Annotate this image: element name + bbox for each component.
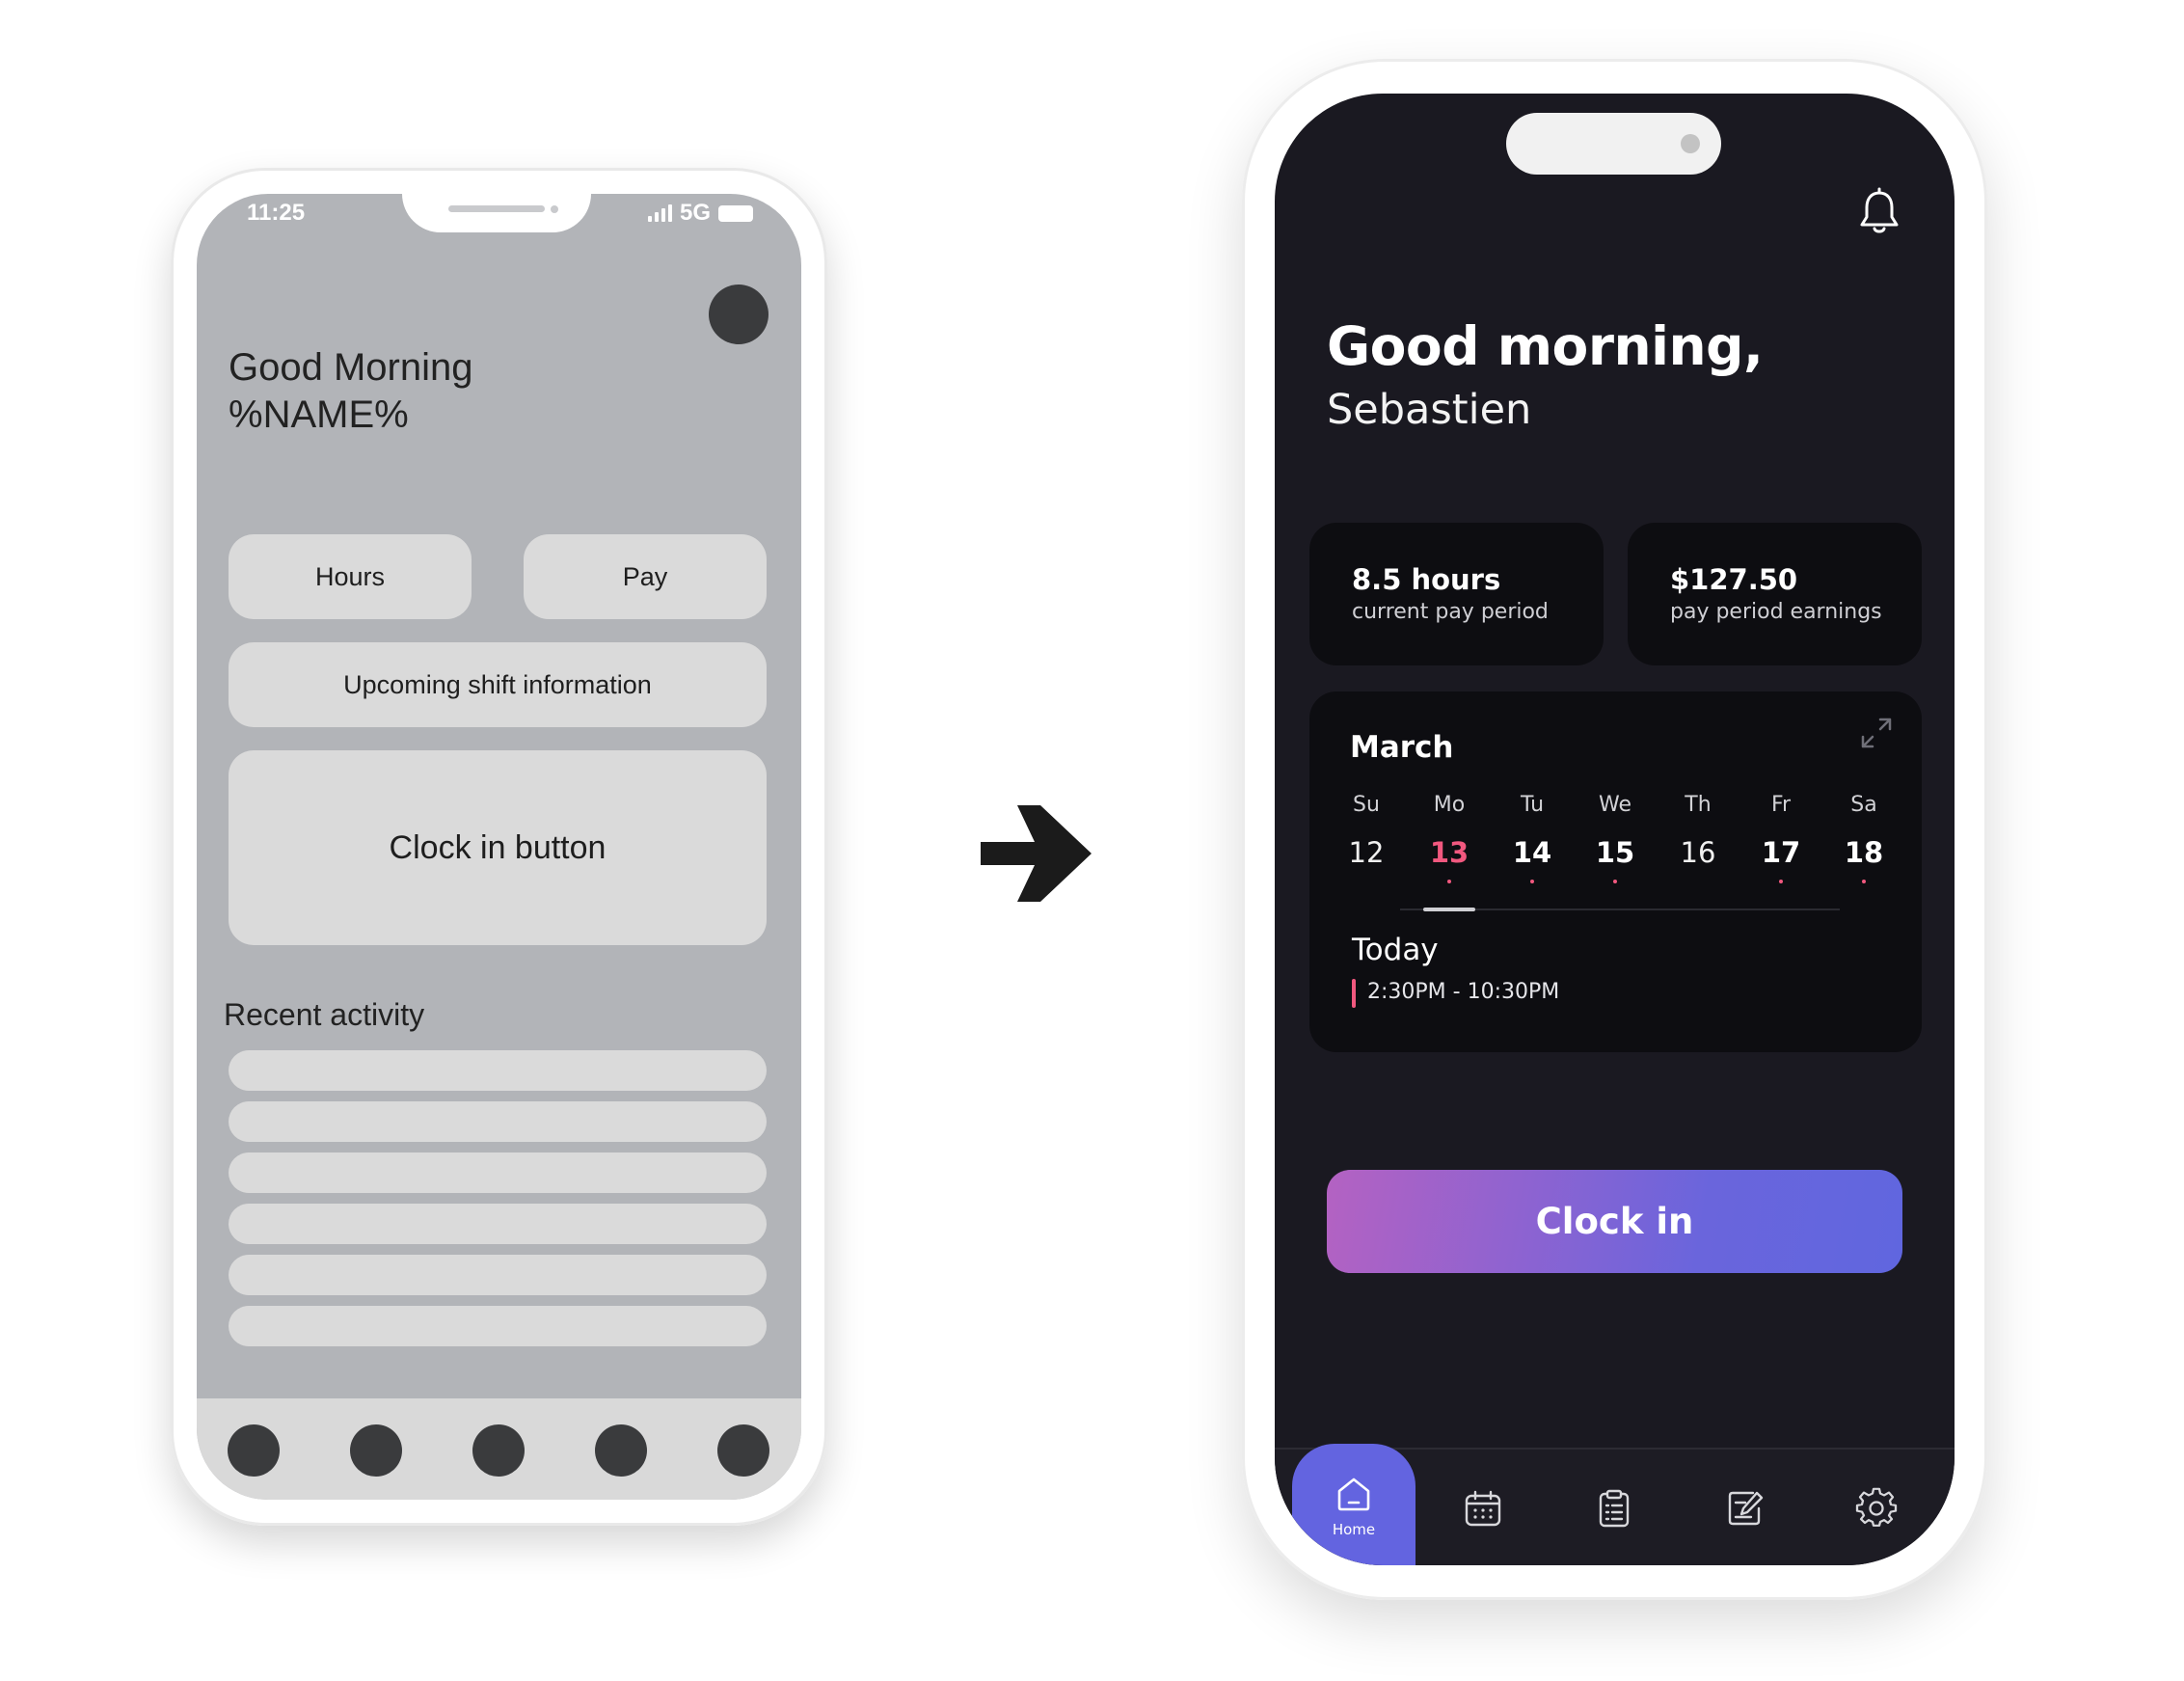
day-17[interactable]: 17 bbox=[1747, 836, 1815, 869]
weekday-tu: Tu bbox=[1520, 793, 1545, 817]
dynamic-island bbox=[1506, 113, 1721, 175]
earnings-value: $127.50 bbox=[1670, 563, 1798, 596]
tab-item[interactable] bbox=[350, 1424, 402, 1477]
shift-dot bbox=[1530, 880, 1534, 883]
day-12[interactable]: 12 bbox=[1333, 836, 1400, 869]
list-item[interactable] bbox=[229, 1152, 767, 1193]
edit-note-icon bbox=[1728, 1491, 1764, 1526]
day-16[interactable]: 16 bbox=[1664, 836, 1732, 869]
wireframe-phone: 11:25 5G Good Morning %NAME% Hours Pay U… bbox=[171, 168, 827, 1526]
user-name: Sebastien bbox=[1327, 386, 1532, 434]
shift-dot bbox=[1862, 880, 1866, 883]
shift-time: 2:30PM - 10:30PM bbox=[1367, 980, 1560, 1004]
tab-home[interactable]: Home bbox=[1292, 1444, 1416, 1565]
greeting-title: Good morning, bbox=[1327, 315, 1764, 377]
weekday-sa: Sa bbox=[1850, 793, 1877, 817]
name-placeholder: %NAME% bbox=[229, 393, 409, 436]
hours-value: 8.5 hours bbox=[1352, 563, 1501, 596]
weekday-mo: Mo bbox=[1433, 793, 1466, 817]
tab-item[interactable] bbox=[595, 1424, 647, 1477]
hours-label: Hours bbox=[314, 561, 386, 591]
camera-dot bbox=[551, 205, 558, 213]
status-indicators: 5G bbox=[647, 200, 753, 227]
wireframe-screen: 11:25 5G Good Morning %NAME% Hours Pay U… bbox=[197, 194, 801, 1500]
selected-day-indicator bbox=[1423, 908, 1475, 911]
calendar-month: March bbox=[1350, 730, 1454, 765]
network-label: 5G bbox=[679, 200, 711, 226]
status-time: 11:25 bbox=[247, 200, 306, 226]
speaker-grille bbox=[448, 205, 545, 212]
bell-icon[interactable] bbox=[1858, 187, 1901, 235]
day-14[interactable]: 14 bbox=[1498, 836, 1566, 869]
tab-settings[interactable] bbox=[1815, 1450, 1938, 1565]
day-13-selected[interactable]: 13 bbox=[1416, 836, 1483, 869]
tab-item[interactable] bbox=[472, 1424, 525, 1477]
shift-dot bbox=[1613, 880, 1617, 883]
calendar-icon bbox=[1465, 1490, 1501, 1527]
avatar[interactable] bbox=[709, 285, 768, 344]
list-item[interactable] bbox=[229, 1050, 767, 1091]
hours-card[interactable]: Hours bbox=[229, 534, 472, 619]
hours-stat-card[interactable]: 8.5 hours current pay period bbox=[1309, 523, 1604, 665]
tab-calendar[interactable] bbox=[1421, 1450, 1545, 1565]
list-item[interactable] bbox=[229, 1255, 767, 1295]
earnings-stat-card[interactable]: $127.50 pay period earnings bbox=[1628, 523, 1922, 665]
shift-dot bbox=[1779, 880, 1783, 883]
recent-activity-heading: Recent activity bbox=[224, 997, 425, 1032]
tab-bar bbox=[197, 1398, 801, 1500]
clock-in-button[interactable]: Clock in bbox=[1327, 1170, 1902, 1273]
tab-requests[interactable] bbox=[1684, 1450, 1807, 1565]
signal-icon bbox=[647, 204, 672, 222]
tab-item[interactable] bbox=[717, 1424, 769, 1477]
weekday-su: Su bbox=[1353, 793, 1380, 817]
list-item[interactable] bbox=[229, 1306, 767, 1346]
home-icon bbox=[1337, 1478, 1370, 1511]
pay-label: Pay bbox=[622, 561, 668, 591]
app-phone: Good morning, Sebastien 8.5 hours curren… bbox=[1242, 59, 1987, 1600]
weekday-we: We bbox=[1599, 793, 1631, 817]
day-18[interactable]: 18 bbox=[1830, 836, 1898, 869]
list-item[interactable] bbox=[229, 1101, 767, 1142]
shift-dot bbox=[1447, 880, 1451, 883]
expand-icon[interactable] bbox=[1859, 716, 1894, 750]
hours-label: current pay period bbox=[1352, 600, 1549, 624]
clipboard-icon bbox=[1599, 1489, 1630, 1528]
greeting-line: Good Morning bbox=[229, 346, 473, 389]
tab-timesheet[interactable] bbox=[1552, 1450, 1676, 1565]
weekday-fr: Fr bbox=[1770, 793, 1792, 817]
gear-icon bbox=[1855, 1487, 1898, 1527]
upcoming-shift-label: Upcoming shift information bbox=[343, 669, 652, 699]
arrow-right-icon bbox=[981, 805, 1092, 902]
clock-in-button[interactable]: Clock in button bbox=[229, 750, 767, 945]
battery-icon bbox=[718, 204, 753, 222]
clock-in-label: Clock in button bbox=[389, 828, 607, 866]
tab-item[interactable] bbox=[228, 1424, 280, 1477]
day-15[interactable]: 15 bbox=[1581, 836, 1649, 869]
shift-marker bbox=[1352, 979, 1356, 1008]
pay-card[interactable]: Pay bbox=[524, 534, 767, 619]
list-item[interactable] bbox=[229, 1204, 767, 1244]
notch bbox=[402, 194, 591, 232]
calendar-card: March Su Mo Tu We Th Fr Sa 12 13 14 15 1… bbox=[1309, 691, 1922, 1052]
greeting: Good Morning %NAME% bbox=[229, 344, 472, 439]
earnings-label: pay period earnings bbox=[1670, 600, 1882, 624]
app-screen: Good morning, Sebastien 8.5 hours curren… bbox=[1275, 94, 1955, 1565]
weekday-th: Th bbox=[1685, 793, 1712, 817]
upcoming-shift-card[interactable]: Upcoming shift information bbox=[229, 642, 767, 727]
camera-dot bbox=[1681, 134, 1700, 153]
today-heading: Today bbox=[1352, 933, 1439, 967]
tab-home-label: Home bbox=[1332, 1521, 1376, 1538]
tab-bar: Home bbox=[1275, 1444, 1955, 1565]
